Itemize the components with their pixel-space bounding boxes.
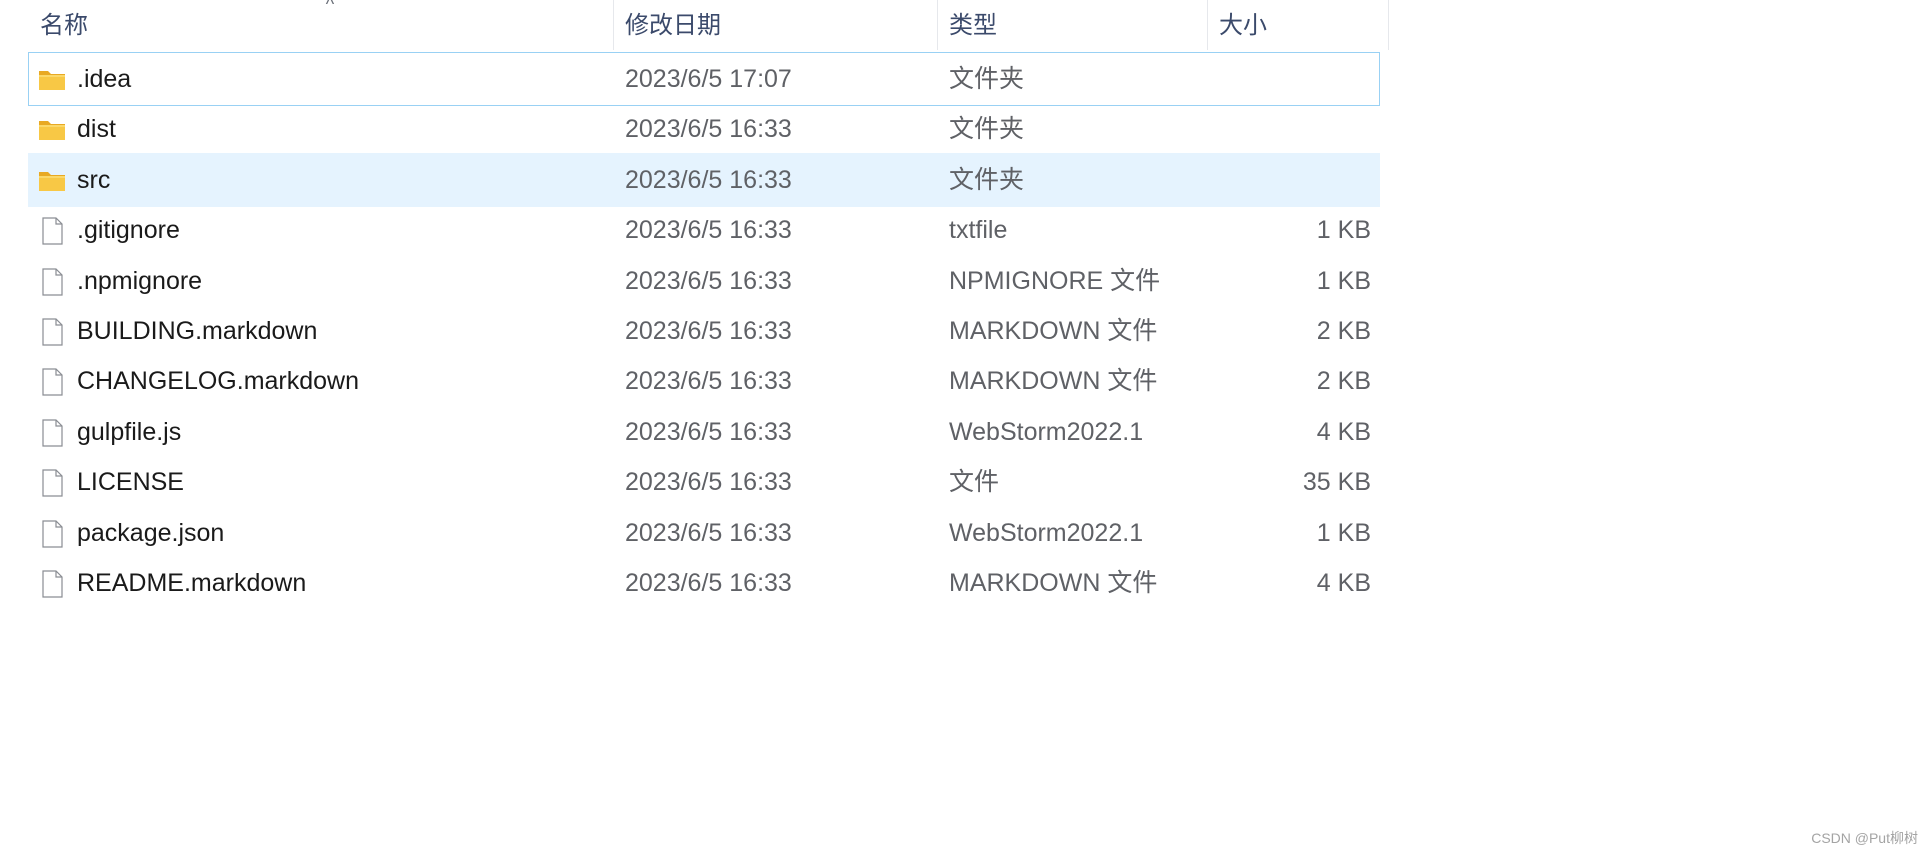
file-type: 文件夹: [949, 166, 1025, 194]
file-name: BUILDING.markdown: [77, 317, 318, 345]
column-divider[interactable]: [1388, 0, 1389, 50]
file-date-modified: 2023/6/5 16:33: [625, 317, 792, 345]
sort-ascending-icon: ^: [325, 0, 335, 14]
file-name: dist: [77, 115, 116, 143]
file-date-modified: 2023/6/5 16:33: [625, 418, 792, 446]
file-row[interactable]: .gitignore 2023/6/5 16:33 txtfile 1 KB: [28, 203, 1380, 257]
file-icon: [37, 216, 67, 246]
file-row[interactable]: gulpfile.js 2023/6/5 16:33 WebStorm2022.1 4…: [28, 405, 1380, 459]
file-size: 1 KB: [1316, 519, 1371, 547]
file-name: README.markdown: [77, 569, 307, 597]
file-name: CHANGELOG.markdown: [77, 367, 360, 395]
file-icon: [37, 569, 67, 599]
file-type: NPMIGNORE 文件: [949, 267, 1161, 295]
file-icon: [37, 317, 67, 347]
file-icon: [37, 267, 67, 297]
file-date-modified: 2023/6/5 16:33: [625, 267, 792, 295]
file-size: 2 KB: [1316, 367, 1371, 395]
file-date-modified: 2023/6/5 16:33: [625, 519, 792, 547]
file-row[interactable]: src 2023/6/5 16:33 文件夹: [28, 153, 1380, 207]
file-date-modified: 2023/6/5 17:07: [625, 65, 792, 93]
file-size: 4 KB: [1316, 569, 1371, 597]
file-size: 1 KB: [1316, 216, 1371, 244]
file-explorer-list-view: 名称 ^ 修改日期 类型 大小 .idea 2023/6/5 17:07 文件夹 d…: [0, 0, 1932, 856]
file-size: 2 KB: [1316, 317, 1371, 345]
file-name: .npmignore: [77, 267, 203, 295]
file-icon: [37, 468, 67, 498]
file-date-modified: 2023/6/5 16:33: [625, 468, 792, 496]
file-type: txtfile: [949, 216, 1008, 244]
column-header-size[interactable]: 大小: [1207, 0, 1388, 52]
file-type: 文件夹: [949, 115, 1025, 143]
column-header-size-label: 大小: [1219, 12, 1267, 39]
file-size: 1 KB: [1316, 267, 1371, 295]
file-row[interactable]: .idea 2023/6/5 17:07 文件夹: [28, 52, 1380, 106]
file-icon: [37, 367, 67, 397]
file-row[interactable]: CHANGELOG.markdown 2023/6/5 16:33 MARKDOWN…: [28, 354, 1380, 408]
file-name: .gitignore: [77, 216, 180, 244]
folder-icon: [37, 65, 67, 95]
file-size: 4 KB: [1316, 418, 1371, 446]
file-type: 文件: [949, 468, 1000, 496]
folder-icon: [37, 166, 67, 196]
file-row[interactable]: BUILDING.markdown 2023/6/5 16:33 MARKDOWN …: [28, 304, 1380, 358]
file-size: 35 KB: [1302, 468, 1371, 496]
file-date-modified: 2023/6/5 16:33: [625, 216, 792, 244]
file-icon: [37, 418, 67, 448]
file-name: .idea: [77, 65, 132, 93]
folder-icon: [37, 115, 67, 145]
file-type: WebStorm2022.1: [949, 418, 1144, 446]
file-name: LICENSE: [77, 468, 184, 496]
file-row[interactable]: .npmignore 2023/6/5 16:33 NPMIGNORE 文件 1 KB: [28, 254, 1380, 308]
file-type: 文件夹: [949, 65, 1025, 93]
column-header-date-label: 修改日期: [625, 12, 721, 39]
file-name: gulpfile.js: [77, 418, 182, 446]
file-type: WebStorm2022.1: [949, 519, 1144, 547]
column-header-bar: 名称 ^ 修改日期 类型 大小: [28, 0, 1389, 52]
column-header-name-label: 名称: [40, 12, 88, 39]
watermark-text: CSDN @Put柳树: [1811, 830, 1918, 846]
column-header-date[interactable]: 修改日期: [613, 0, 937, 52]
file-type: MARKDOWN 文件: [949, 367, 1158, 395]
file-type: MARKDOWN 文件: [949, 569, 1158, 597]
file-row[interactable]: LICENSE 2023/6/5 16:33 文件 35 KB: [28, 455, 1380, 509]
file-icon: [37, 519, 67, 549]
file-date-modified: 2023/6/5 16:33: [625, 115, 792, 143]
column-header-type-label: 类型: [949, 12, 997, 39]
file-date-modified: 2023/6/5 16:33: [625, 569, 792, 597]
file-row[interactable]: README.markdown 2023/6/5 16:33 MARKDOWN 文件…: [28, 556, 1380, 610]
file-row[interactable]: package.json 2023/6/5 16:33 WebStorm2022.1…: [28, 506, 1380, 560]
file-date-modified: 2023/6/5 16:33: [625, 166, 792, 194]
file-type: MARKDOWN 文件: [949, 317, 1158, 345]
file-name: package.json: [77, 519, 225, 547]
column-header-type[interactable]: 类型: [937, 0, 1207, 52]
file-row[interactable]: dist 2023/6/5 16:33 文件夹: [28, 102, 1380, 156]
file-name: src: [77, 166, 111, 194]
file-date-modified: 2023/6/5 16:33: [625, 367, 792, 395]
column-header-name[interactable]: 名称: [28, 0, 613, 52]
